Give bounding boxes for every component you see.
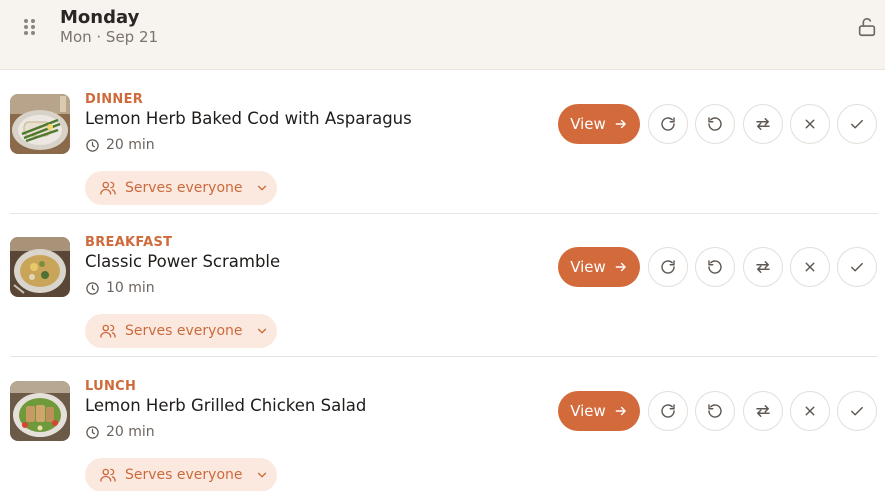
view-button[interactable]: View [558,247,640,287]
view-button-label: View [570,115,606,133]
users-icon [100,468,116,482]
regenerate-button[interactable] [695,104,735,144]
view-button-label: View [570,402,606,420]
refresh-button[interactable] [648,104,688,144]
swap-icon [756,261,770,273]
serves-label: Serves everyone [125,467,243,483]
close-icon [805,119,815,129]
swap-button[interactable] [743,104,783,144]
refresh-button[interactable] [648,391,688,431]
arrow-right-icon [615,262,626,272]
regenerate-button[interactable] [695,391,735,431]
remove-button[interactable] [790,247,830,287]
meal-time-text: 20 min [106,424,155,440]
day-title: Monday [60,7,140,28]
meal-time: 10 min [85,279,155,297]
refresh-icon [661,260,675,274]
swap-button[interactable] [743,247,783,287]
meal-image[interactable] [10,94,70,154]
refresh-icon [661,117,675,131]
users-icon [100,324,116,338]
chevron-down-icon [257,185,266,191]
remove-button[interactable] [790,104,830,144]
regenerate-icon [708,260,722,274]
regenerate-icon [708,404,722,418]
meal-time: 20 min [85,423,155,441]
meal-type: BREAKFAST [85,235,173,250]
check-icon [851,406,863,416]
chevron-down-icon [257,328,266,334]
complete-button[interactable] [837,247,877,287]
clock-icon [86,138,99,152]
complete-button[interactable] [837,391,877,431]
day-date: Mon · Sep 21 [60,28,159,46]
unlock-icon[interactable] [856,16,878,38]
clock-icon [86,281,99,295]
remove-button[interactable] [790,391,830,431]
meal-card: DINNER Lemon Herb Baked Cod with Asparag… [10,71,878,214]
serves-label: Serves everyone [125,323,243,339]
swap-icon [756,405,770,417]
arrow-right-icon [615,119,626,129]
meal-type: LUNCH [85,379,137,394]
swap-icon [756,118,770,130]
meal-time-text: 20 min [106,137,155,153]
meal-card: BREAKFAST Classic Power Scramble 10 min … [10,214,878,357]
drag-handle-icon[interactable] [24,19,36,35]
meal-image[interactable] [10,381,70,441]
arrow-right-icon [615,406,626,416]
clock-icon [86,425,99,439]
serves-label: Serves everyone [125,180,243,196]
serves-dropdown[interactable]: Serves everyone [85,458,277,491]
regenerate-button[interactable] [695,247,735,287]
close-icon [805,406,815,416]
refresh-icon [661,404,675,418]
view-button[interactable]: View [558,104,640,144]
swap-button[interactable] [743,391,783,431]
complete-button[interactable] [837,104,877,144]
serves-dropdown[interactable]: Serves everyone [85,314,277,348]
meal-time-text: 10 min [106,280,155,296]
meal-name[interactable]: Classic Power Scramble [85,252,280,271]
refresh-button[interactable] [648,247,688,287]
check-icon [851,119,863,129]
view-button-label: View [570,258,606,276]
meal-time: 20 min [85,136,155,154]
regenerate-icon [708,117,722,131]
users-icon [100,181,116,195]
check-icon [851,262,863,272]
close-icon [805,262,815,272]
meal-card: LUNCH Lemon Herb Grilled Chicken Salad 2… [10,358,878,491]
meal-name[interactable]: Lemon Herb Baked Cod with Asparagus [85,109,412,128]
meal-name[interactable]: Lemon Herb Grilled Chicken Salad [85,396,366,415]
meal-image[interactable] [10,237,70,297]
chevron-down-icon [257,472,266,478]
serves-dropdown[interactable]: Serves everyone [85,171,277,205]
view-button[interactable]: View [558,391,640,431]
day-header: Monday Mon · Sep 21 [0,0,885,70]
meal-type: DINNER [85,92,144,107]
